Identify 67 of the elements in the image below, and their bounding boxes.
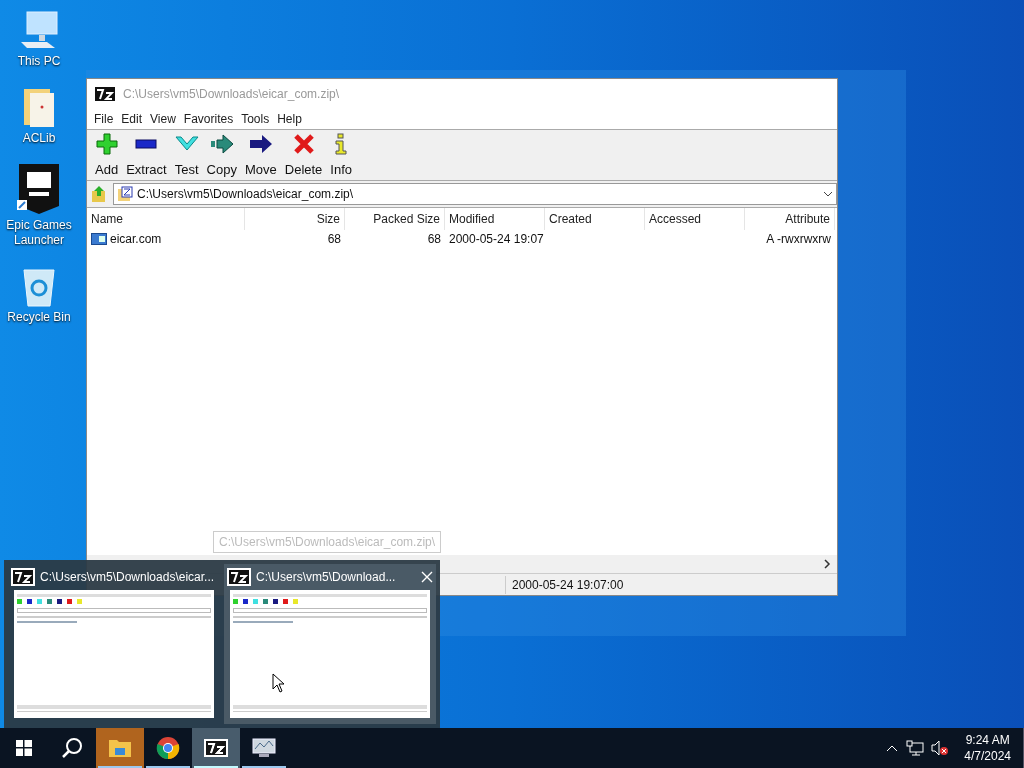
desktop-icon-label[interactable]: This PC [17,54,61,69]
column-header[interactable]: Modified [445,207,545,230]
menu-item[interactable]: View [146,110,180,128]
clock-time: 9:24 AM [965,732,1010,748]
column-header[interactable]: Accessed [645,207,745,230]
close-icon[interactable] [421,571,433,583]
table-cell-text: A -rwxrwxrw [766,231,831,248]
plus-icon [95,132,118,155]
status-text: 2000-05-24 19:07:00 [505,575,630,594]
preview-title: C:\Users\vm5\Download... [256,569,397,586]
desktop-icon-label[interactable]: ACLib [22,131,56,146]
menu-item[interactable]: File [90,110,118,128]
table-cell-text: 2000-05-24 19:07 [449,231,544,248]
toolbar-button[interactable]: Test [170,131,203,179]
window-preview[interactable]: C:\Users\vm5\Download... [224,564,436,724]
toolbar-button[interactable]: Add [91,131,123,179]
toolbar-button[interactable]: Info [326,131,357,179]
preview-title: C:\Users\vm5\Downloads\eicar... [40,569,216,586]
column-header[interactable]: Packed Size [345,207,445,230]
clock-date: 4/7/2024 [964,748,1011,764]
archive-file-icon [117,186,133,202]
tooltip: C:\Users\vm5\Downloads\eicar_com.zip\ [213,531,442,553]
menu-item[interactable]: Help [273,110,306,128]
desktop-icon-label[interactable]: Recycle Bin [7,310,71,325]
archive-app-icon [227,568,251,586]
menu-item[interactable]: Tools [237,110,274,128]
search-icon [61,737,83,759]
volume-muted-icon[interactable] [930,740,951,756]
file-icon [91,233,107,245]
archive-app-icon [93,85,117,103]
arrow-right-icon [209,133,234,154]
mouse-cursor-icon [272,673,285,693]
scroll-right-icon[interactable] [823,559,831,569]
chevron-down-icon[interactable] [823,191,833,197]
toolbar-button[interactable]: Delete [280,131,327,179]
window-preview[interactable]: C:\Users\vm5\Downloads\eicar... [8,564,220,724]
network-icon[interactable] [906,740,925,756]
column-header[interactable]: Created [545,207,645,230]
taskbar-button[interactable] [192,728,240,768]
minus-icon [135,138,158,149]
menu-item[interactable]: Favorites [179,110,238,128]
check-icon [174,135,199,152]
x-mark-icon [292,132,315,155]
arrow-right-icon [248,133,273,154]
folder-icon [108,738,132,758]
clock[interactable]: 9:24 AM 4/7/2024 [958,732,1017,764]
browser-logo-icon [156,736,180,760]
table-cell-text: eicar.com [110,231,162,248]
chevron-up-icon[interactable] [886,744,899,752]
column-header[interactable]: Name [87,207,245,230]
monitor-chart-icon [251,737,277,759]
window-title: C:\Users\vm5\Downloads\eicar_com.zip\ [123,86,340,103]
toolbar-button[interactable]: Move [240,131,281,179]
column-header[interactable]: Size [245,207,345,230]
table-cell-text: 68 [327,231,341,248]
menu-item[interactable]: Edit [117,110,147,128]
address-field[interactable]: C:\Users\vm5\Downloads\eicar_com.zip\ [113,183,837,205]
column-header[interactable]: Attribute [745,207,835,230]
archive-app-icon [11,568,35,586]
toolbar-button[interactable]: Copy [202,131,241,179]
desktop-icon-label[interactable]: Epic Games Launcher [0,218,78,248]
game-shield-icon [17,162,61,216]
toolbar-button[interactable]: Extract [122,131,171,179]
windows-logo-icon [16,740,32,756]
info-icon [334,132,349,155]
table-cell-text: 68 [427,231,441,248]
archive-app-icon [204,739,228,757]
